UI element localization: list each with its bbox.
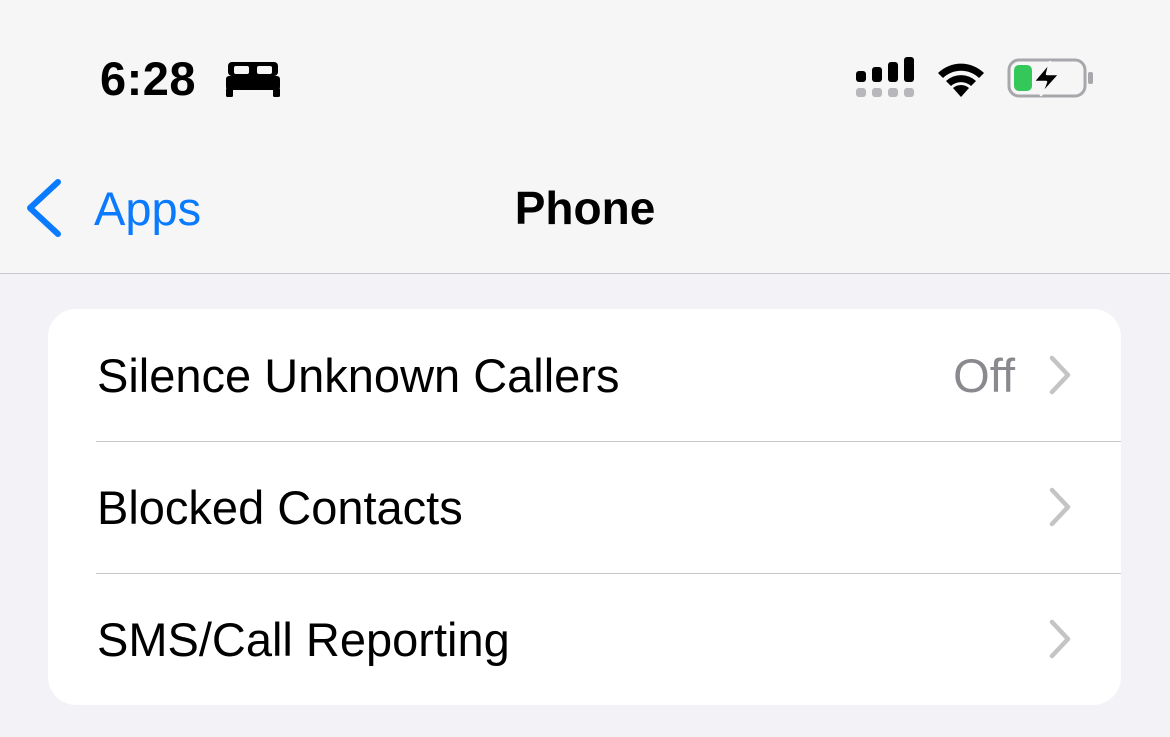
cellular-signal-icon bbox=[856, 57, 914, 97]
chevron-right-icon bbox=[1049, 487, 1071, 527]
row-label: SMS/Call Reporting bbox=[97, 612, 510, 666]
chevron-right-icon bbox=[1049, 355, 1071, 395]
page-title: Phone bbox=[514, 182, 656, 234]
top-bar: 6:28 Apps Phone bbox=[0, 0, 1170, 274]
battery-charging-icon bbox=[1007, 58, 1093, 98]
settings-group: Silence Unknown Callers Off Blocked Cont… bbox=[48, 309, 1121, 705]
chevron-right-icon bbox=[1049, 619, 1071, 659]
row-sms-call-reporting[interactable]: SMS/Call Reporting bbox=[48, 573, 1121, 705]
row-blocked-contacts[interactable]: Blocked Contacts bbox=[48, 441, 1121, 573]
bed-icon bbox=[226, 62, 280, 97]
row-silence-unknown-callers[interactable]: Silence Unknown Callers Off bbox=[48, 309, 1121, 441]
status-time: 6:28 bbox=[100, 51, 197, 105]
row-label: Silence Unknown Callers bbox=[97, 348, 620, 402]
row-value: Off bbox=[953, 348, 1015, 402]
wifi-icon bbox=[938, 63, 984, 97]
settings-screen: 6:28 Apps Phone Silence Unknown Callers … bbox=[0, 0, 1170, 737]
row-label: Blocked Contacts bbox=[97, 480, 463, 534]
